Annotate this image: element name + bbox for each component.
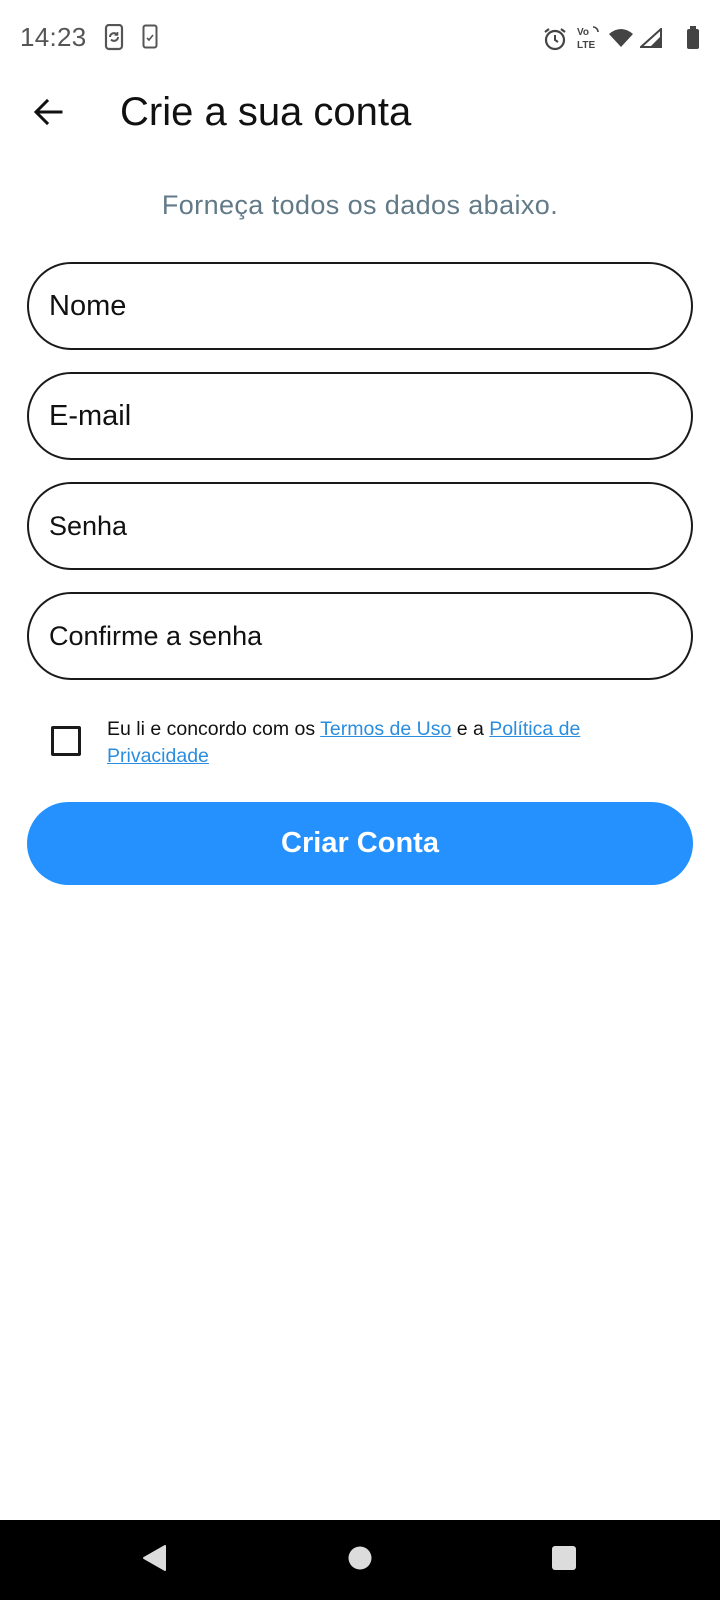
alarm-icon [542, 26, 568, 57]
terms-text-middle: e a [451, 718, 490, 740]
wifi-icon [608, 28, 634, 53]
name-placeholder: Nome [49, 289, 127, 322]
create-account-screen: 14:23 Vo LTE Crie a sua conta Forneça to… [0, 0, 720, 1600]
confirm-password-placeholder: Confirme a senha [49, 620, 263, 651]
phone-checklist-icon [142, 24, 158, 55]
volte-icon: Vo LTE [576, 24, 604, 57]
password-field[interactable]: Senha [27, 482, 693, 570]
email-field[interactable]: E-mail [27, 372, 693, 460]
svg-text:LTE: LTE [577, 40, 595, 51]
home-circle-icon [347, 1545, 373, 1576]
recents-square-icon [551, 1545, 577, 1576]
name-field[interactable]: Nome [27, 262, 693, 350]
svg-text:Vo: Vo [577, 27, 589, 38]
nav-back-button[interactable] [114, 1520, 194, 1600]
status-bar: 14:23 Vo LTE [0, 0, 720, 78]
app-bar: Crie a sua conta [0, 78, 720, 150]
signal-icon [638, 26, 662, 53]
terms-text: Eu li e concordo com os Termos de Uso e … [107, 716, 667, 770]
nav-home-button[interactable] [320, 1520, 400, 1600]
terms-row: Eu li e concordo com os Termos de Uso e … [0, 712, 720, 772]
back-triangle-icon [141, 1544, 167, 1577]
status-time: 14:23 [20, 22, 87, 52]
password-placeholder: Senha [49, 510, 128, 541]
system-nav-bar [0, 1520, 720, 1600]
create-account-button[interactable]: Criar Conta [27, 802, 693, 885]
sync-phone-icon [104, 23, 126, 57]
back-button[interactable] [26, 92, 70, 136]
terms-text-before: Eu li e concordo com os [107, 718, 321, 740]
confirm-password-field[interactable]: Confirme a senha [27, 592, 693, 680]
terms-of-use-link[interactable]: Termos de Uso [320, 718, 451, 740]
page-title: Crie a sua conta [120, 90, 412, 134]
battery-icon [686, 26, 700, 55]
email-placeholder: E-mail [49, 399, 132, 432]
nav-recents-button[interactable] [524, 1520, 604, 1600]
form-subtitle: Forneça todos os dados abaixo. [161, 190, 559, 220]
arrow-left-icon [33, 97, 63, 132]
terms-checkbox[interactable] [51, 726, 81, 756]
